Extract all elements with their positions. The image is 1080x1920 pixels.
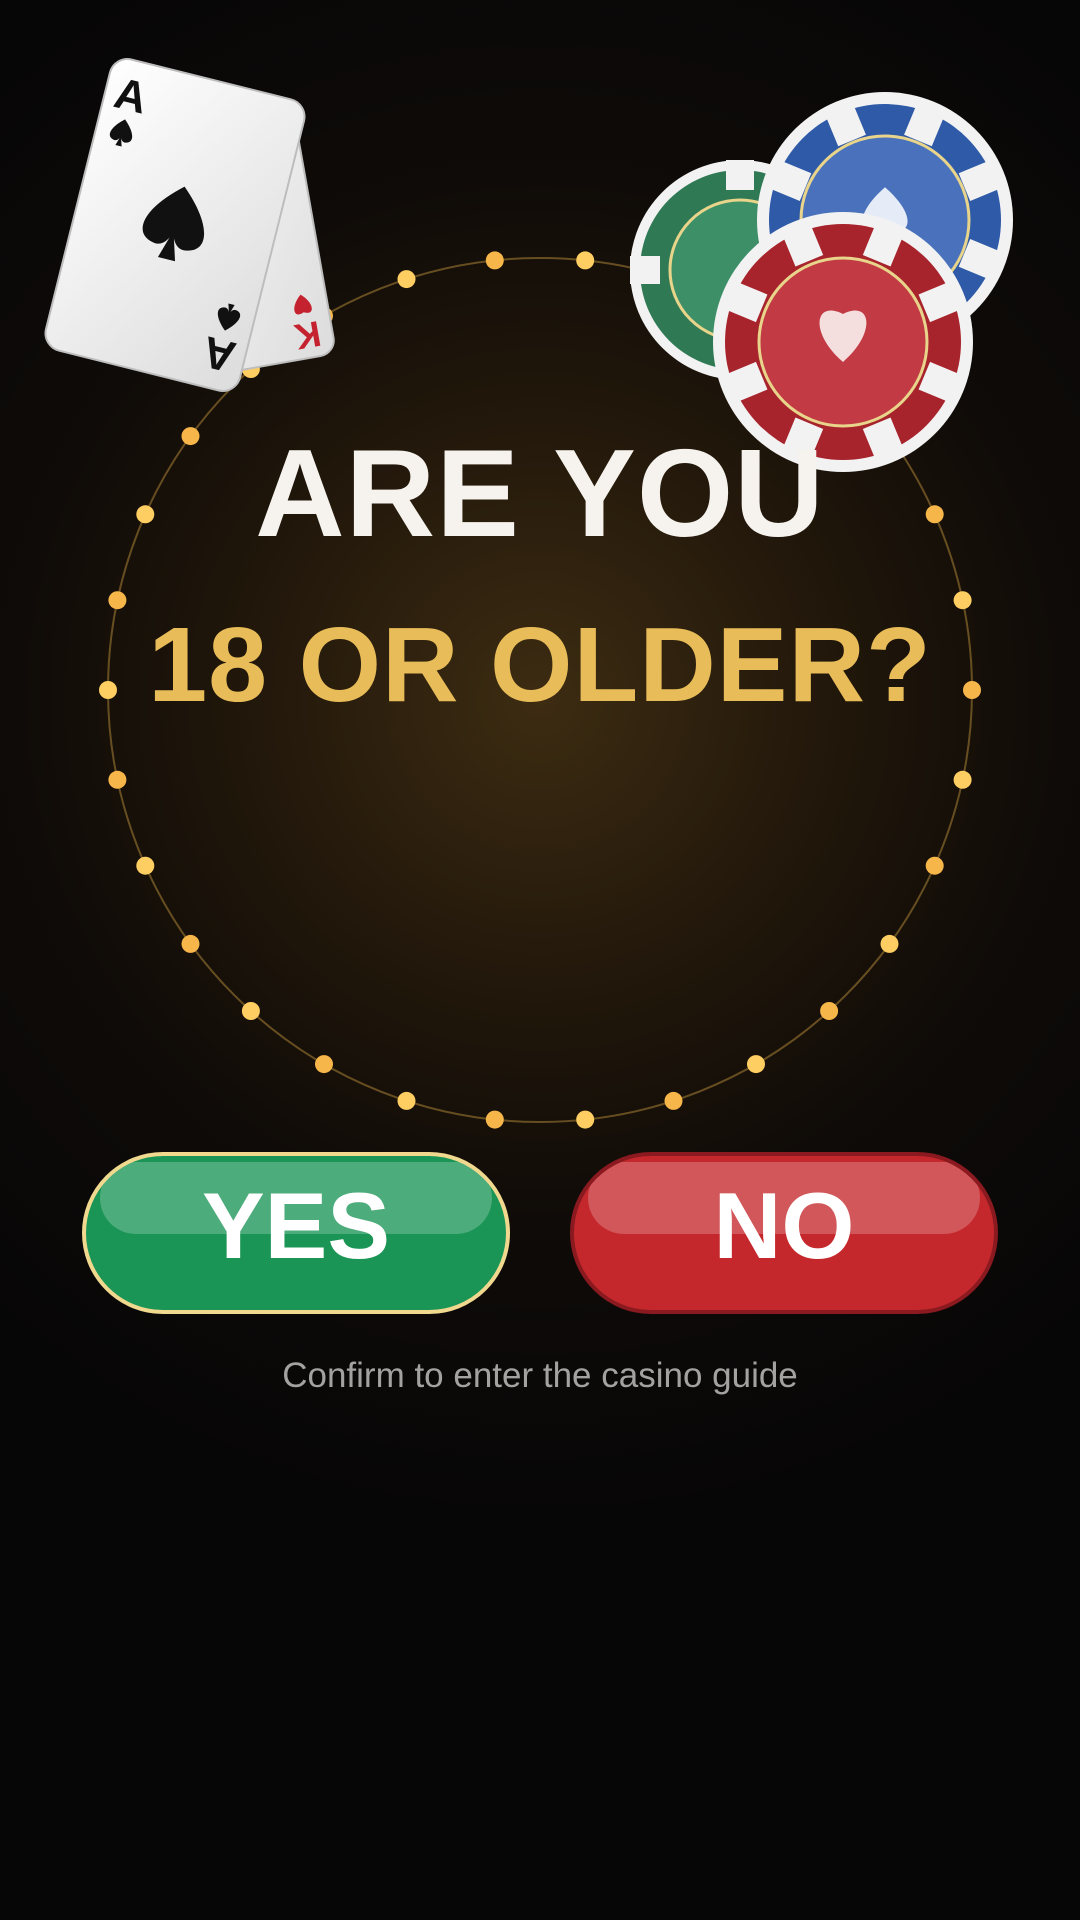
ring-light-dot: [136, 856, 155, 875]
ring-light-dot: [315, 1055, 333, 1074]
ring-light-dot: [485, 251, 504, 270]
ring-light-dot: [747, 1055, 765, 1074]
ring-light-dot: [880, 934, 899, 953]
ring-light-dot: [181, 934, 200, 953]
ring-light-dot: [953, 591, 972, 610]
ring-light-dot: [397, 1091, 416, 1110]
ring-light-dot: [397, 270, 416, 289]
ring-light-dot: [576, 251, 595, 270]
ring-light-dot: [953, 770, 972, 789]
yes-button[interactable]: YES: [82, 1152, 510, 1314]
ring-light-dot: [925, 856, 944, 875]
no-button[interactable]: NO: [570, 1152, 998, 1314]
confirm-caption: Confirm to enter the casino guide: [282, 1356, 798, 1395]
ring-light-dot: [108, 770, 127, 789]
no-button-label: NO: [713, 1173, 855, 1278]
ring-light-dot: [108, 591, 127, 610]
ring-light-dot: [664, 1091, 683, 1110]
playing-cards: K A A: [44, 58, 335, 392]
ring-light-dot: [241, 1002, 260, 1020]
ring-light-dot: [576, 1110, 595, 1129]
ring-light-dot: [820, 1002, 839, 1020]
yes-button-label: YES: [201, 1173, 391, 1278]
age-question-line-1: ARE YOU: [255, 425, 825, 563]
age-question-line-2: 18 OR OLDER?: [148, 606, 932, 724]
ring-light-dot: [485, 1110, 504, 1129]
